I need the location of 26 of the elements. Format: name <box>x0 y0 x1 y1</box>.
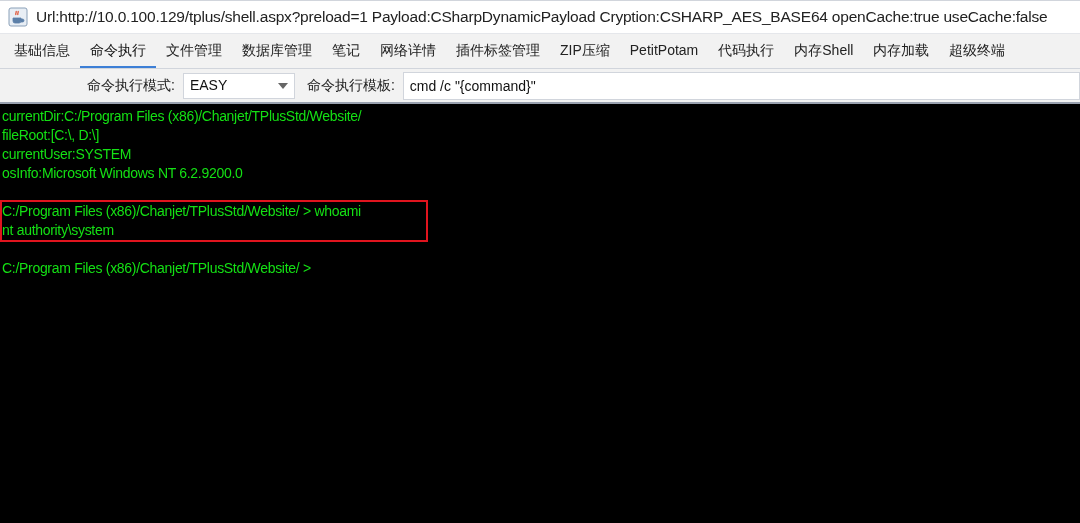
terminal-line: C:/Program Files (x86)/Chanjet/TPlusStd/Website/ > whoami <box>2 202 362 221</box>
terminal-line: currentUser:SYSTEM <box>2 145 133 164</box>
tab[interactable]: 笔记 <box>322 34 370 68</box>
mode-label: 命令执行模式: <box>87 76 175 95</box>
tab[interactable]: 插件标签管理 <box>446 34 550 68</box>
tab[interactable]: 文件管理 <box>156 34 232 68</box>
mode-dropdown[interactable]: EASY <box>182 72 295 99</box>
template-field[interactable]: cmd /c "{command}" <box>402 71 1080 100</box>
tab[interactable]: 数据库管理 <box>232 34 322 68</box>
terminal-line: currentDir:C:/Program Files (x86)/Chanjet/TPlusStd/Website/ <box>2 107 363 126</box>
tab[interactable]: PetitPotam <box>619 34 709 68</box>
tab[interactable]: 超级终端 <box>939 34 1016 68</box>
tab[interactable]: ZIP压缩 <box>550 34 620 68</box>
tab[interactable]: 网络详情 <box>370 34 446 68</box>
tab[interactable]: 内存加载 <box>863 34 940 68</box>
terminal-line: fileRoot:[C:\, D:\] <box>2 126 100 145</box>
window-title: Url:http://10.0.100.129/tplus/shell.aspx?preload=1 Payload:CSharpDynamicPayload Cryption:CSHARP_AES_BASE64 openCache:true useCache:false <box>36 7 1048 28</box>
terminal-line: C:/Program Files (x86)/Chanjet/TPlusStd/Website/ > <box>2 259 312 278</box>
terminal-line: nt authority\system <box>2 221 115 240</box>
caret-icon <box>277 82 288 89</box>
template-label: 命令执行模板: <box>306 76 395 95</box>
tab[interactable]: 代码执行 <box>708 34 785 68</box>
tab[interactable]: 内存Shell <box>784 34 864 68</box>
tab[interactable]: 基础信息 <box>4 34 80 68</box>
terminal-line: osInfo:Microsoft Windows NT 6.2.9200.0 <box>2 164 244 183</box>
coffee-cup-icon <box>8 7 28 27</box>
